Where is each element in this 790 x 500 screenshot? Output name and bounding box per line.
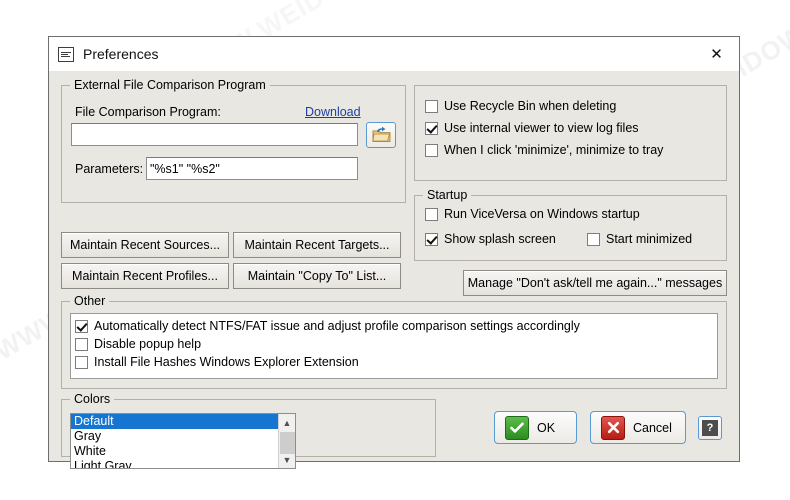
folder-browse-glyph bbox=[372, 127, 390, 142]
x-glyph bbox=[607, 421, 619, 434]
checkbox-box bbox=[587, 232, 600, 246]
maintain-copy-to-list-button[interactable]: Maintain "Copy To" List... bbox=[233, 263, 401, 289]
close-icon[interactable]: ✕ bbox=[694, 37, 739, 70]
checkbox-install-file-hashes-extension[interactable]: Install File Hashes Windows Explorer Ext… bbox=[75, 355, 359, 369]
red-x-icon bbox=[601, 415, 625, 440]
startup-group: Startup bbox=[414, 188, 727, 261]
checkbox-box bbox=[425, 207, 438, 221]
checkbox-run-on-startup[interactable]: Run ViceVersa on Windows startup bbox=[425, 207, 640, 221]
list-item[interactable]: White bbox=[71, 444, 295, 459]
checkbox-box bbox=[75, 355, 88, 369]
other-group-label: Other bbox=[70, 294, 110, 308]
external-group-label: External File Comparison Program bbox=[70, 78, 270, 92]
checkbox-label: Use internal viewer to view log files bbox=[444, 121, 639, 135]
checkbox-start-minimized[interactable]: Start minimized bbox=[587, 232, 692, 246]
preferences-dialog: Preferences ✕ External File Comparison P… bbox=[48, 36, 740, 469]
colors-listbox[interactable]: Default Gray White Light Gray Light Blue… bbox=[70, 413, 296, 469]
maintain-recent-profiles-button[interactable]: Maintain Recent Profiles... bbox=[61, 263, 229, 289]
window-title: Preferences bbox=[83, 46, 159, 62]
checkbox-use-recycle-bin[interactable]: Use Recycle Bin when deleting bbox=[425, 99, 616, 113]
file-comparison-program-label: File Comparison Program: bbox=[75, 105, 221, 119]
ok-button[interactable]: OK bbox=[494, 411, 577, 444]
checkbox-label: Disable popup help bbox=[94, 337, 202, 351]
file-comparison-program-input[interactable] bbox=[71, 123, 358, 146]
checkbox-label: Start minimized bbox=[606, 232, 693, 246]
scroll-up-icon[interactable]: ▲ bbox=[279, 414, 295, 431]
check-glyph bbox=[510, 422, 524, 433]
checkbox-label: Install File Hashes Windows Explorer Ext… bbox=[94, 355, 359, 369]
parameters-input[interactable]: "%s1" "%s2" bbox=[146, 157, 358, 180]
title-bar: Preferences ✕ bbox=[49, 37, 739, 71]
list-item[interactable]: Default bbox=[71, 414, 295, 429]
download-link[interactable]: Download bbox=[305, 105, 361, 119]
ok-label: OK bbox=[537, 420, 556, 435]
folder-browse-icon[interactable] bbox=[366, 122, 396, 148]
green-check-icon bbox=[505, 415, 529, 440]
startup-group-label: Startup bbox=[423, 188, 472, 202]
checkbox-box bbox=[425, 143, 438, 157]
preferences-list-icon bbox=[58, 46, 74, 62]
checkbox-box bbox=[75, 319, 88, 333]
checkbox-label: Run ViceVersa on Windows startup bbox=[444, 207, 640, 221]
checkbox-box bbox=[75, 337, 88, 351]
colors-group-label: Colors bbox=[70, 392, 115, 406]
maintain-recent-sources-button[interactable]: Maintain Recent Sources... bbox=[61, 232, 229, 258]
question-mark-icon: ? bbox=[702, 420, 718, 436]
list-item[interactable]: Light Gray bbox=[71, 459, 295, 468]
checkbox-auto-detect-ntfs-fat[interactable]: Automatically detect NTFS/FAT issue and … bbox=[75, 319, 580, 333]
maintain-recent-targets-button[interactable]: Maintain Recent Targets... bbox=[233, 232, 401, 258]
checkbox-show-splash-screen[interactable]: Show splash screen bbox=[425, 232, 556, 246]
parameters-label: Parameters: bbox=[75, 162, 144, 176]
checkbox-minimize-to-tray[interactable]: When I click 'minimize', minimize to tra… bbox=[425, 143, 663, 157]
checkbox-box bbox=[425, 232, 438, 246]
list-item[interactable]: Gray bbox=[71, 429, 295, 444]
manage-messages-button[interactable]: Manage "Don't ask/tell me again..." mess… bbox=[463, 270, 727, 296]
checkbox-label: Use Recycle Bin when deleting bbox=[444, 99, 617, 113]
checkbox-use-internal-viewer[interactable]: Use internal viewer to view log files bbox=[425, 121, 639, 135]
cancel-button[interactable]: Cancel bbox=[590, 411, 686, 444]
scroll-down-icon[interactable]: ▼ bbox=[279, 451, 295, 468]
help-button[interactable]: ? bbox=[698, 416, 722, 440]
checkbox-disable-popup-help[interactable]: Disable popup help bbox=[75, 337, 201, 351]
checkbox-label: Show splash screen bbox=[444, 232, 556, 246]
listbox-scrollbar[interactable]: ▲ ▼ bbox=[278, 414, 295, 468]
checkbox-box bbox=[425, 121, 438, 135]
cancel-label: Cancel bbox=[633, 420, 672, 435]
screenshot-root: WWW.WEIDOWN.COM WWW.WEIDOWN.COM WWW.WEID… bbox=[0, 0, 790, 500]
checkbox-label: When I click 'minimize', minimize to tra… bbox=[444, 143, 664, 157]
checkbox-box bbox=[425, 99, 438, 113]
checkbox-label: Automatically detect NTFS/FAT issue and … bbox=[94, 319, 580, 333]
dialog-body: External File Comparison Program File Co… bbox=[49, 71, 739, 469]
